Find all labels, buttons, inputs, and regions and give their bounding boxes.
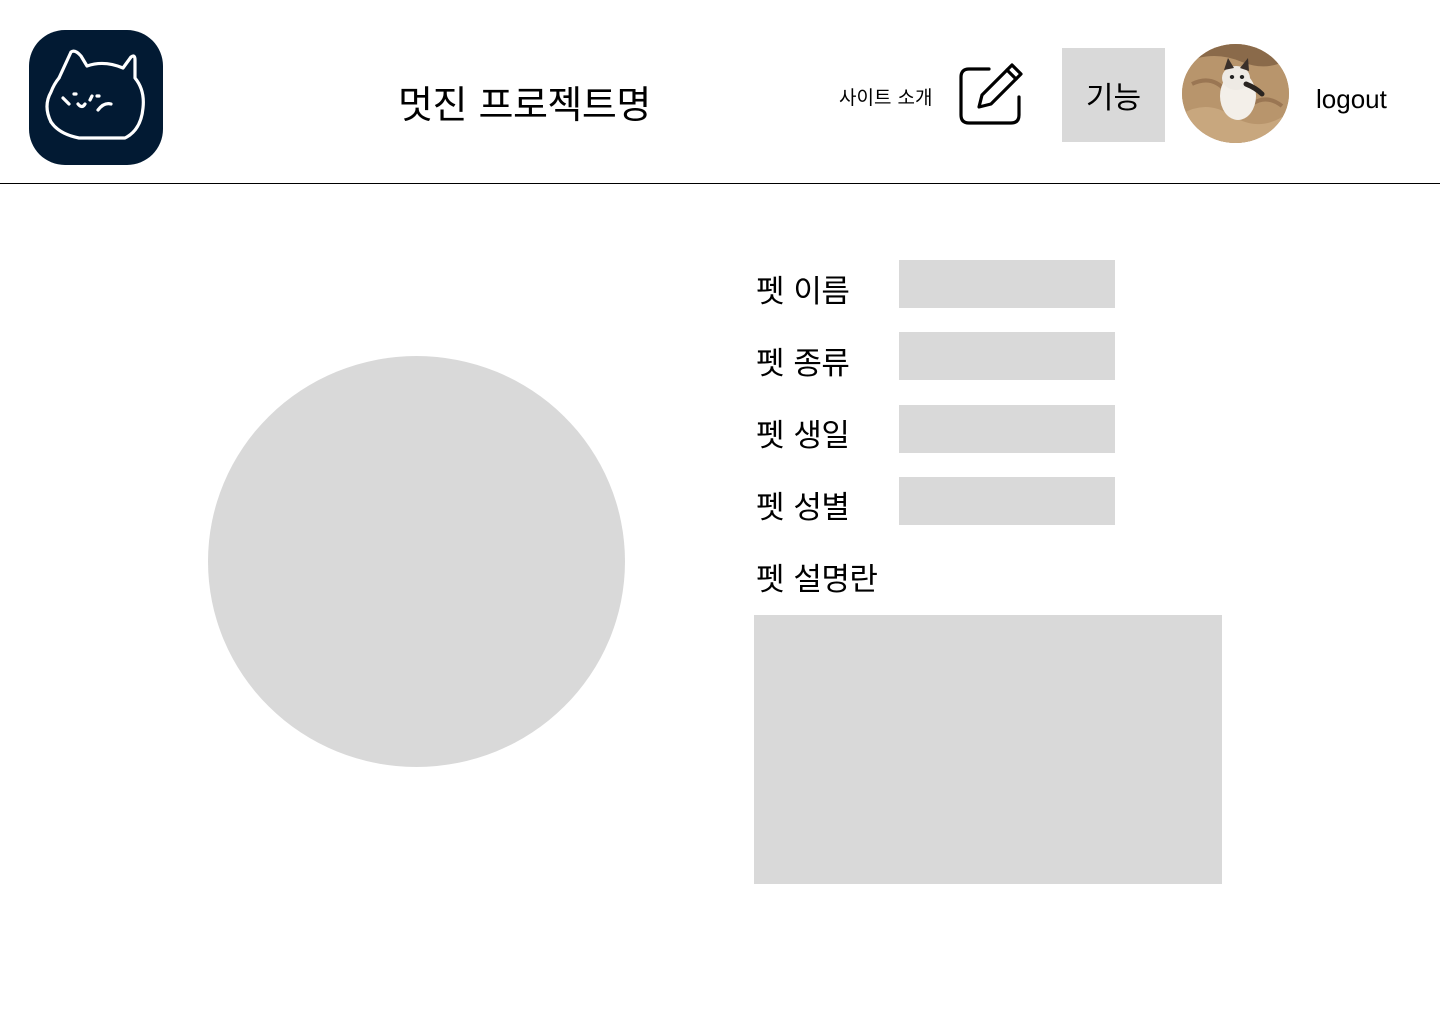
pet-type-label: 펫 종류 [756,346,850,382]
nav-site-intro-link[interactable]: 사이트 소개 [839,83,932,110]
pet-description-label: 펫 설명란 [756,562,878,598]
user-avatar[interactable] [1182,44,1289,143]
pet-photo-placeholder[interactable] [208,356,625,767]
pet-type-input[interactable] [899,332,1115,380]
user-avatar-photo [1182,44,1289,143]
pet-birthday-input[interactable] [899,405,1115,453]
feature-button[interactable]: 기능 [1062,48,1165,142]
pet-description-textarea[interactable] [754,615,1222,884]
edit-pencil-icon [959,63,1023,125]
page-title: 멋진 프로젝트명 [398,83,651,127]
cat-face-icon [45,49,145,140]
pet-birthday-label: 펫 생일 [756,418,850,454]
pet-gender-label: 펫 성별 [756,490,850,526]
logout-link[interactable]: logout [1316,84,1387,115]
pet-name-input[interactable] [899,260,1115,308]
app-logo[interactable] [29,30,163,165]
pet-gender-input[interactable] [899,477,1115,525]
top-header: 멋진 프로젝트명 사이트 소개 기능 logout [0,0,1440,184]
pet-name-label: 펫 이름 [756,274,850,310]
edit-button[interactable] [957,61,1025,125]
